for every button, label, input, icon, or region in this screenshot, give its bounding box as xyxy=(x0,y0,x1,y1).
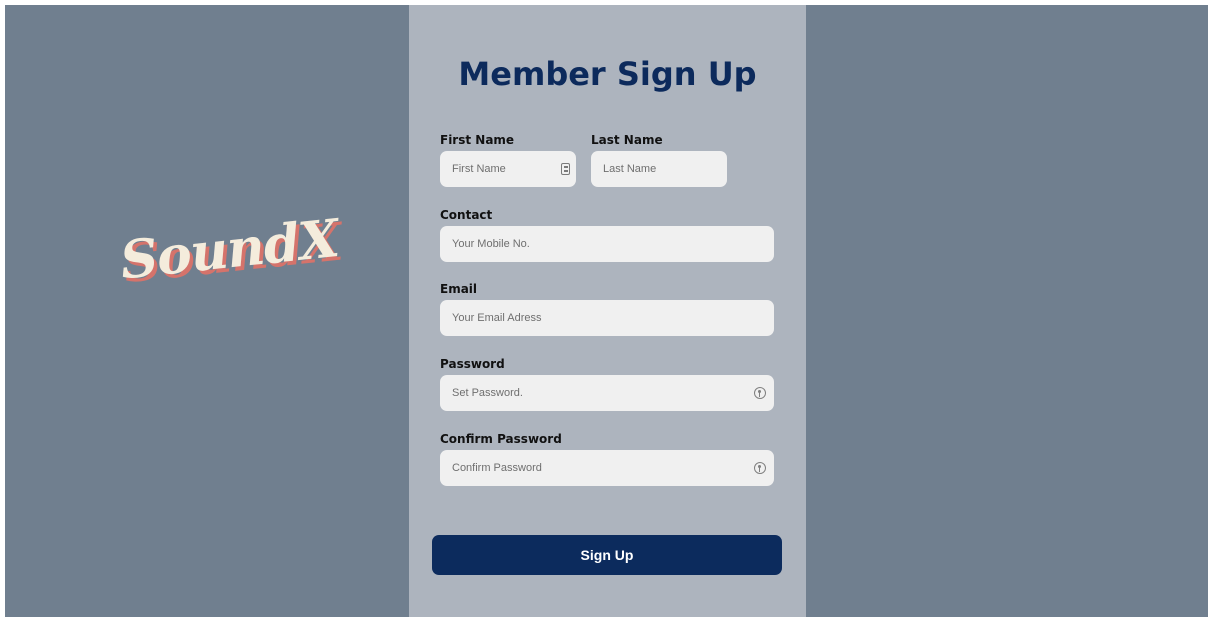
confirm-password-label: Confirm Password xyxy=(440,432,562,446)
first-name-label: First Name xyxy=(440,133,515,147)
confirm-password-field[interactable] xyxy=(440,450,774,486)
email-input[interactable] xyxy=(440,300,774,336)
contact-card-icon xyxy=(561,163,570,175)
password-label: Password xyxy=(440,357,505,371)
first-name-input[interactable] xyxy=(440,151,576,187)
last-name-field[interactable] xyxy=(591,151,727,187)
last-name-input[interactable] xyxy=(591,151,727,187)
signup-panel: Member Sign Up First Name Last Name Cont… xyxy=(409,5,806,617)
contact-label: Contact xyxy=(440,208,493,222)
confirm-password-input[interactable] xyxy=(440,450,774,486)
first-name-field[interactable] xyxy=(440,151,576,187)
last-name-label: Last Name xyxy=(591,133,663,147)
password-input[interactable] xyxy=(440,375,774,411)
password-field[interactable] xyxy=(440,375,774,411)
key-icon xyxy=(754,462,766,474)
email-label: Email xyxy=(440,282,478,296)
page-title: Member Sign Up xyxy=(458,55,757,93)
soundx-logo: SoundX xyxy=(117,208,342,292)
email-field[interactable] xyxy=(440,300,774,336)
page-background: SoundX Member Sign Up First Name Last Na… xyxy=(5,5,1208,617)
sign-up-button[interactable]: Sign Up xyxy=(432,535,782,575)
contact-input[interactable] xyxy=(440,226,774,262)
contact-field[interactable] xyxy=(440,226,774,262)
key-icon xyxy=(754,387,766,399)
